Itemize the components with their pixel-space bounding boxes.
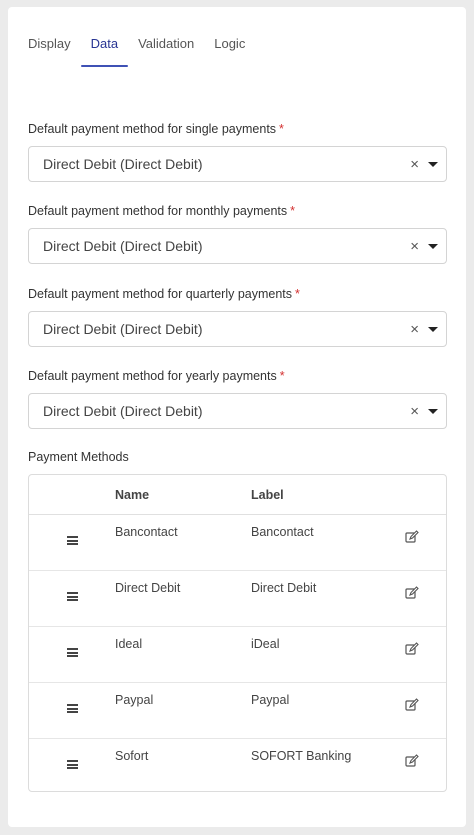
payment-methods-grid: Name Label Bancontact Bancontact Direct … <box>28 474 447 792</box>
clear-icon[interactable]: × <box>410 403 419 421</box>
quarterly-payment-method-field: Default payment method for quarterly pay… <box>28 286 447 347</box>
field-label: Default payment method for quarterly pay… <box>28 286 447 302</box>
cell-label: Direct Debit <box>251 581 317 595</box>
clear-icon[interactable]: × <box>410 156 419 174</box>
tab-validation[interactable]: Validation <box>128 7 204 67</box>
field-label-text: Default payment method for monthly payme… <box>28 204 288 218</box>
required-marker: * <box>279 369 285 383</box>
monthly-payment-method-select[interactable]: Direct Debit (Direct Debit) × <box>28 228 447 264</box>
table-row: Sofort SOFORT Banking <box>29 739 446 795</box>
cell-name: Paypal <box>115 693 154 707</box>
required-marker: * <box>295 287 300 301</box>
tab-logic[interactable]: Logic <box>204 7 255 67</box>
column-header-label: Label <box>251 488 284 502</box>
component-settings-panel: Display Data Validation Logic Default pa… <box>8 7 466 827</box>
drag-handle-icon[interactable] <box>67 704 78 713</box>
field-label: Default payment method for yearly paymen… <box>28 368 447 384</box>
caret-down-icon[interactable] <box>428 409 438 414</box>
required-marker: * <box>290 204 296 218</box>
yearly-payment-method-field: Default payment method for yearly paymen… <box>28 368 447 429</box>
drag-handle-icon[interactable] <box>67 648 78 657</box>
cell-name: Bancontact <box>115 525 178 539</box>
edit-icon[interactable] <box>405 754 419 768</box>
field-label: Default payment method for single paymen… <box>28 121 447 137</box>
table-row: Bancontact Bancontact <box>29 515 446 571</box>
table-row: Direct Debit Direct Debit <box>29 571 446 627</box>
column-header-name: Name <box>115 488 150 502</box>
field-label-text: Default payment method for single paymen… <box>28 122 277 136</box>
cell-label: SOFORT Banking <box>251 749 352 763</box>
select-value: Direct Debit (Direct Debit) <box>43 238 203 254</box>
cell-name: Direct Debit <box>115 581 181 595</box>
edit-icon[interactable] <box>405 530 419 544</box>
edit-icon[interactable] <box>405 698 419 712</box>
field-label: Default payment method for monthly payme… <box>28 203 447 219</box>
clear-icon[interactable]: × <box>410 238 419 256</box>
cell-name: Ideal <box>115 637 143 651</box>
tab-data[interactable]: Data <box>80 7 129 67</box>
table-row: Ideal iDeal <box>29 627 446 683</box>
quarterly-payment-method-select[interactable]: Direct Debit (Direct Debit) × <box>28 311 447 347</box>
caret-down-icon[interactable] <box>428 244 438 249</box>
field-label-text: Default payment method for quarterly pay… <box>28 287 293 301</box>
drag-handle-icon[interactable] <box>67 592 78 601</box>
cell-label: iDeal <box>251 637 280 651</box>
single-payment-method-field: Default payment method for single paymen… <box>28 121 447 182</box>
tab-display[interactable]: Display <box>28 7 81 67</box>
cell-label: Paypal <box>251 693 290 707</box>
clear-icon[interactable]: × <box>410 321 419 339</box>
caret-down-icon[interactable] <box>428 327 438 332</box>
single-payment-method-select[interactable]: Direct Debit (Direct Debit) × <box>28 146 447 182</box>
field-label-text: Default payment method for yearly paymen… <box>28 369 277 383</box>
cell-name: Sofort <box>115 749 149 763</box>
required-marker: * <box>279 122 284 136</box>
tab-bar: Display Data Validation Logic <box>28 7 255 67</box>
edit-icon[interactable] <box>405 642 419 656</box>
drag-handle-icon[interactable] <box>67 536 78 545</box>
select-value: Direct Debit (Direct Debit) <box>43 321 203 337</box>
edit-icon[interactable] <box>405 586 419 600</box>
monthly-payment-method-field: Default payment method for monthly payme… <box>28 203 447 264</box>
cell-label: Bancontact <box>251 525 314 539</box>
select-value: Direct Debit (Direct Debit) <box>43 403 203 419</box>
select-value: Direct Debit (Direct Debit) <box>43 156 203 172</box>
table-row: Paypal Paypal <box>29 683 446 739</box>
grid-header: Name Label <box>29 475 446 515</box>
yearly-payment-method-select[interactable]: Direct Debit (Direct Debit) × <box>28 393 447 429</box>
drag-handle-icon[interactable] <box>67 760 78 769</box>
payment-methods-label: Payment Methods <box>28 450 129 464</box>
caret-down-icon[interactable] <box>428 162 438 167</box>
